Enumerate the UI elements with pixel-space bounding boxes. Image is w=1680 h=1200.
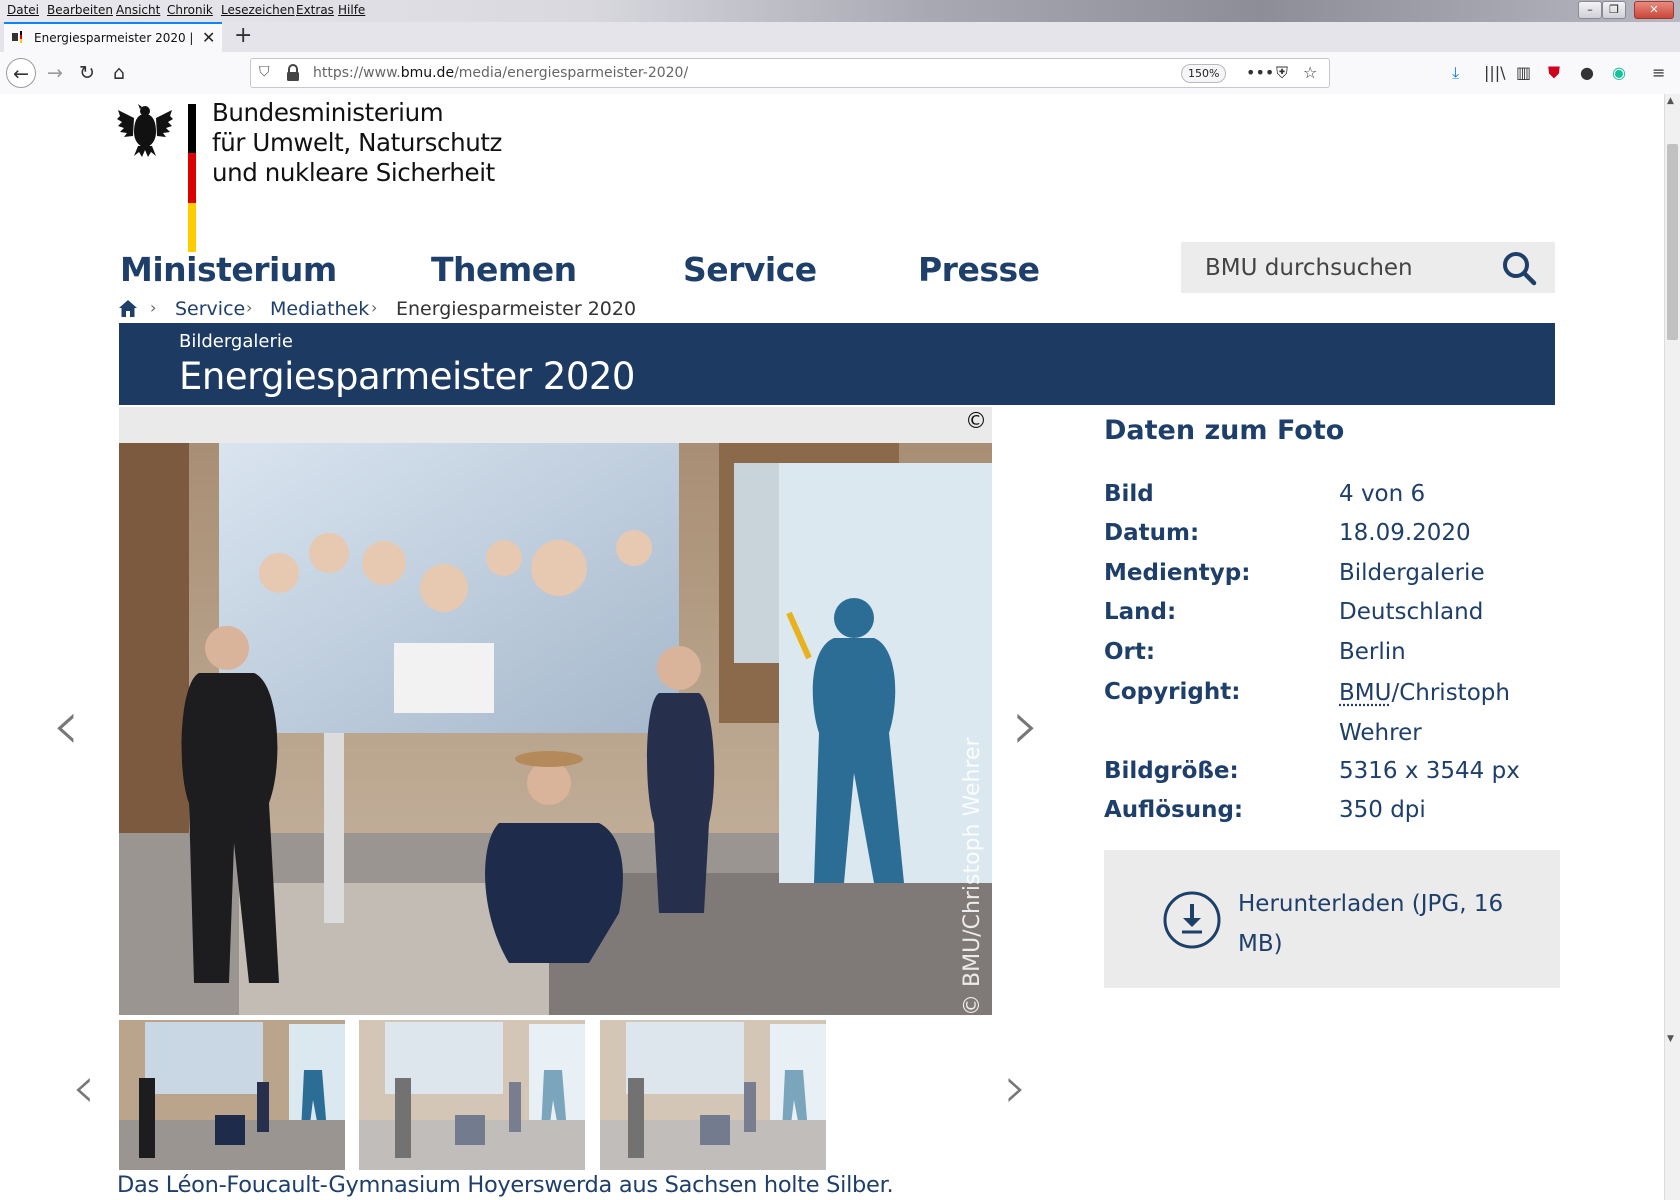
logo-line-3: und nukleare Sicherheit — [212, 158, 495, 187]
scroll-thumb[interactable] — [1667, 144, 1678, 340]
account-icon[interactable]: ● — [1580, 64, 1594, 82]
bookmark-star-icon[interactable]: ☆ — [1303, 63, 1317, 82]
nav-ministerium[interactable]: Ministerium — [120, 250, 337, 289]
photo-data-heading: Daten zum Foto — [1104, 415, 1345, 446]
value-land: Deutschland — [1339, 599, 1484, 625]
thumbnail-5[interactable] — [359, 1020, 585, 1170]
value-bild: 4 von 6 — [1339, 481, 1426, 507]
hamburger-menu-icon[interactable]: ≡ — [1652, 64, 1665, 82]
logo-line-1: Bundesministerium — [212, 98, 444, 127]
breadcrumb-current: Energiesparmeister 2020 — [396, 298, 637, 320]
tab-energiesparmeister[interactable]: Energiesparmeister 2020 | Medi ✕ — [4, 22, 222, 52]
sidebar-icon[interactable]: ▥ — [1516, 64, 1531, 82]
new-tab-icon[interactable]: + — [234, 23, 252, 48]
banner-kicker: Bildergalerie — [179, 331, 293, 352]
download-button[interactable]: Herunterladen (JPG, 16 MB) — [1104, 850, 1560, 988]
value-ort: Berlin — [1339, 639, 1406, 665]
minimize-button[interactable]: – — [1578, 1, 1602, 19]
scroll-up-icon[interactable]: ▲ — [1667, 96, 1674, 106]
back-button[interactable]: ← — [6, 58, 36, 88]
breadcrumb-separator-icon: › — [246, 298, 253, 317]
label-bildgroesse: Bildgröße: — [1104, 758, 1239, 784]
tab-title: Energiesparmeister 2020 | Medi — [34, 31, 194, 45]
url-bar[interactable]: ⛉ https://www.bmu.de/media/energiesparme… — [250, 58, 1330, 88]
breadcrumb-mediathek[interactable]: Mediathek — [270, 298, 369, 320]
next-photo-arrow-icon[interactable]: › — [1012, 690, 1040, 760]
menu-bearbeiten[interactable]: Bearbeiten — [47, 3, 113, 17]
search-icon[interactable] — [1499, 248, 1539, 288]
next-thumbnails-arrow-icon[interactable]: › — [1004, 1058, 1027, 1116]
label-datum: Datum: — [1104, 520, 1200, 546]
site-search — [1181, 242, 1555, 293]
photo-watermark: © BMU/Christoph Wehrer — [960, 737, 985, 1016]
federal-eagle-icon — [117, 104, 173, 157]
value-datum: 18.09.2020 — [1339, 520, 1471, 546]
url-text[interactable]: https://www.bmu.de/media/energiesparmeis… — [313, 65, 688, 81]
tab-close-icon[interactable]: ✕ — [202, 28, 215, 47]
copyright-icon[interactable]: © — [965, 409, 987, 434]
logo-line-2: für Umwelt, Naturschutz — [212, 128, 503, 157]
bmu-abbreviation[interactable]: BMU — [1339, 680, 1391, 706]
thumbnail-4[interactable] — [119, 1020, 345, 1170]
photo-viewer: © — [119, 407, 992, 1015]
forward-button[interactable]: → — [40, 58, 70, 88]
page-actions-icon[interactable]: ••• — [1246, 63, 1274, 82]
close-window-button[interactable]: ✕ — [1634, 1, 1674, 19]
prev-photo-arrow-icon[interactable]: ‹ — [52, 690, 80, 760]
tracking-shield-icon[interactable]: ⛉ — [259, 64, 270, 80]
breadcrumb-service[interactable]: Service — [175, 298, 245, 320]
grammarly-icon[interactable]: ◉ — [1612, 64, 1626, 82]
label-bild: Bild — [1104, 481, 1154, 507]
search-input[interactable] — [1181, 242, 1501, 293]
bmu-favicon-icon — [12, 31, 22, 43]
download-icon — [1163, 891, 1221, 949]
maximize-button[interactable]: ❐ — [1602, 1, 1626, 19]
menu-datei[interactable]: Datei — [7, 3, 39, 17]
label-copyright: Copyright: — [1104, 679, 1241, 705]
bmu-logo[interactable]: Bundesministerium für Umwelt, Naturschut… — [116, 98, 516, 254]
zoom-level-badge[interactable]: 150% — [1181, 64, 1227, 83]
navigation-toolbar: ← → ↻ ⌂ ⛉ https://www.bmu.de/media/energ… — [0, 52, 1680, 94]
reload-button[interactable]: ↻ — [72, 58, 102, 88]
value-medientyp: Bildergalerie — [1339, 560, 1485, 586]
home-icon[interactable] — [118, 299, 138, 318]
value-bildgroesse: 5316 x 3544 px — [1339, 758, 1520, 784]
menu-bar: Datei Bearbeiten Ansicht Chronik Lesezei… — [0, 0, 1680, 22]
library-icon[interactable]: |||\ — [1484, 64, 1506, 82]
breadcrumb-separator-icon: › — [150, 298, 157, 317]
pocket-icon[interactable]: ⛨ — [1276, 63, 1288, 83]
page-title-banner: Bildergalerie Energiesparmeister 2020 — [119, 323, 1555, 405]
scroll-down-icon[interactable]: ▼ — [1667, 1034, 1674, 1044]
value-copyright: BMU/Christoph Wehrer — [1339, 680, 1510, 746]
browser-chrome: Datei Bearbeiten Ansicht Chronik Lesezei… — [0, 0, 1680, 94]
german-flag-bar — [188, 104, 196, 252]
menu-hilfe[interactable]: Hilfe — [338, 3, 365, 17]
menu-extras[interactable]: Extras — [296, 3, 334, 17]
menu-lesezeichen[interactable]: Lesezeichen — [221, 3, 295, 17]
nav-presse[interactable]: Presse — [918, 250, 1040, 289]
value-aufloesung: 350 dpi — [1339, 797, 1426, 823]
prev-thumbnails-arrow-icon[interactable]: ‹ — [72, 1058, 95, 1116]
downloads-icon[interactable]: ⤓ — [1452, 64, 1459, 82]
label-aufloesung: Auflösung: — [1104, 797, 1244, 823]
tab-bar: Energiesparmeister 2020 | Medi ✕ + — [0, 22, 1680, 52]
label-medientyp: Medientyp: — [1104, 560, 1251, 586]
label-land: Land: — [1104, 599, 1177, 625]
page-title: Energiesparmeister 2020 — [179, 355, 635, 398]
download-label: Herunterladen (JPG, 16 MB) — [1238, 891, 1504, 957]
photo-caption: Das Léon-Foucault-Gymnasium Hoyerswerda … — [117, 1172, 894, 1198]
label-ort: Ort: — [1104, 639, 1156, 665]
home-icon[interactable]: ⌂ — [104, 58, 134, 88]
nav-themen[interactable]: Themen — [431, 250, 577, 289]
menu-chronik[interactable]: Chronik — [167, 3, 213, 17]
main-photo[interactable] — [119, 443, 992, 1015]
breadcrumb-separator-icon: › — [371, 298, 378, 317]
thumbnail-6[interactable] — [600, 1020, 826, 1170]
menu-ansicht[interactable]: Ansicht — [116, 3, 160, 17]
ublock-icon[interactable]: ⛊ — [1548, 64, 1560, 82]
page-scrollbar[interactable]: ▲ ▼ — [1664, 94, 1680, 1200]
lock-icon[interactable] — [285, 64, 301, 82]
nav-service[interactable]: Service — [683, 250, 817, 289]
